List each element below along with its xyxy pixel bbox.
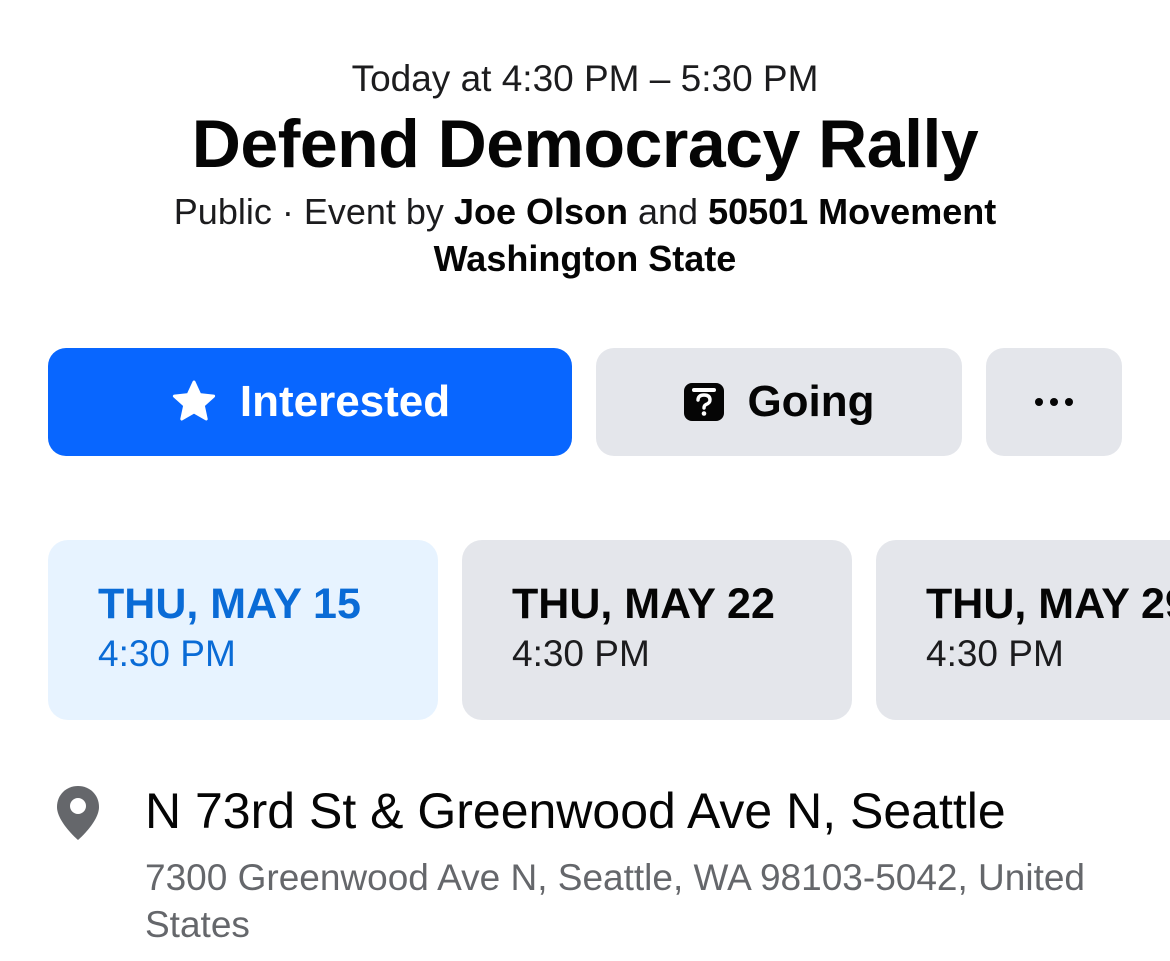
map-pin-icon [54, 784, 102, 847]
date-option-time: 4:30 PM [98, 633, 236, 674]
more-dots-icon [1035, 398, 1073, 406]
date-option-date: THU, MAY 15 [98, 580, 361, 628]
event-title: Defend Democracy Rally [191, 106, 979, 182]
date-option-time: 4:30 PM [512, 633, 650, 674]
date-option-date: THU, MAY 22 [512, 580, 775, 628]
event-by-prefix: Event by [303, 191, 454, 232]
event-byline: Public · Event by Joe Olson and 50501 Mo… [105, 188, 1065, 282]
event-time-range: Today at 4:30 PM – 5:30 PM [351, 58, 819, 99]
byline-separator: · [271, 191, 304, 232]
date-option-may-15[interactable]: THU, MAY 15 4:30 PM [48, 540, 438, 720]
host-link-joe-olson[interactable]: Joe Olson [454, 191, 628, 232]
visibility-label: Public [173, 191, 272, 232]
location-name[interactable]: N 73rd St & Greenwood Ave N, Seattle [145, 780, 1006, 842]
date-option-time: 4:30 PM [926, 633, 1064, 674]
date-option-may-29[interactable]: THU, MAY 29 4:30 PM [876, 540, 1170, 720]
interested-label: Interested [239, 377, 451, 426]
and-word: and [627, 191, 709, 232]
date-option-may-22[interactable]: THU, MAY 22 4:30 PM [462, 540, 852, 720]
going-label: Going [747, 377, 875, 426]
date-option-date: THU, MAY 29 [926, 580, 1170, 628]
more-options-button[interactable] [986, 348, 1122, 456]
question-badge-icon [683, 382, 725, 422]
location-address: 7300 Greenwood Ave N, Seattle, WA 98103-… [145, 857, 1086, 945]
event-header: Today at 4:30 PM – 5:30 PM Defend Democr… [0, 54, 1170, 282]
interested-button[interactable]: Interested [48, 348, 572, 456]
going-button[interactable]: Going [596, 348, 962, 456]
star-icon [170, 379, 218, 425]
